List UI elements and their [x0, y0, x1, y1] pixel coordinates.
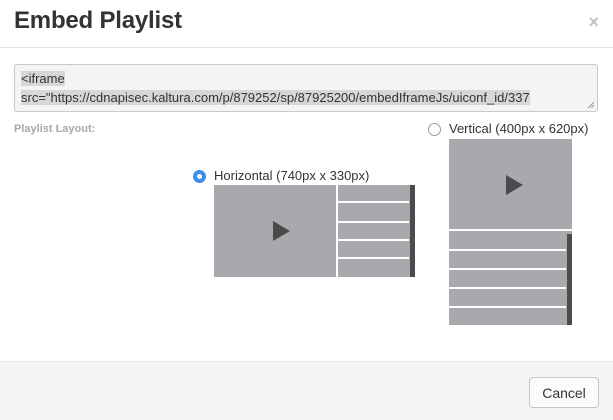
dialog-header: Embed Playlist × — [0, 0, 613, 48]
playlist-row-line — [338, 239, 409, 241]
preview-scrollbar — [567, 234, 572, 325]
horizontal-layout-label[interactable]: Horizontal (740px x 330px) — [214, 168, 369, 183]
embed-code-line-1: <iframe — [21, 71, 65, 86]
horizontal-layout-radio[interactable] — [193, 170, 206, 183]
play-icon — [273, 221, 290, 241]
resize-grip-icon[interactable] — [587, 101, 595, 109]
dialog-footer: Cancel — [0, 361, 613, 420]
embed-code-text: <iframe src="https://cdnapisec.kaltura.c… — [21, 69, 587, 107]
vertical-layout-preview[interactable] — [449, 139, 572, 325]
playlist-row-line — [449, 287, 566, 289]
play-icon — [506, 175, 523, 195]
playlist-row-line — [338, 257, 409, 259]
preview-divider — [336, 185, 338, 277]
embed-code-line-2: src="https://cdnapisec.kaltura.com/p/879… — [21, 90, 530, 105]
horizontal-layout-preview[interactable] — [214, 185, 415, 277]
playlist-row-line — [449, 306, 566, 308]
preview-scrollbar — [410, 185, 415, 277]
playlist-row-line — [449, 249, 566, 251]
playlist-row-line — [338, 201, 409, 203]
vertical-layout-label[interactable]: Vertical (400px x 620px) — [449, 121, 588, 136]
dialog-title: Embed Playlist — [14, 7, 182, 34]
playlist-layout-label: Playlist Layout: — [14, 123, 96, 135]
playlist-row-line — [449, 268, 566, 270]
preview-divider — [449, 229, 572, 231]
embed-playlist-dialog: Embed Playlist × <iframe src="https://cd… — [0, 0, 613, 420]
close-icon[interactable]: × — [588, 12, 599, 32]
playlist-row-line — [338, 221, 409, 223]
embed-code-textarea[interactable]: <iframe src="https://cdnapisec.kaltura.c… — [14, 64, 598, 112]
vertical-layout-radio[interactable] — [428, 123, 441, 136]
cancel-button[interactable]: Cancel — [529, 377, 599, 408]
